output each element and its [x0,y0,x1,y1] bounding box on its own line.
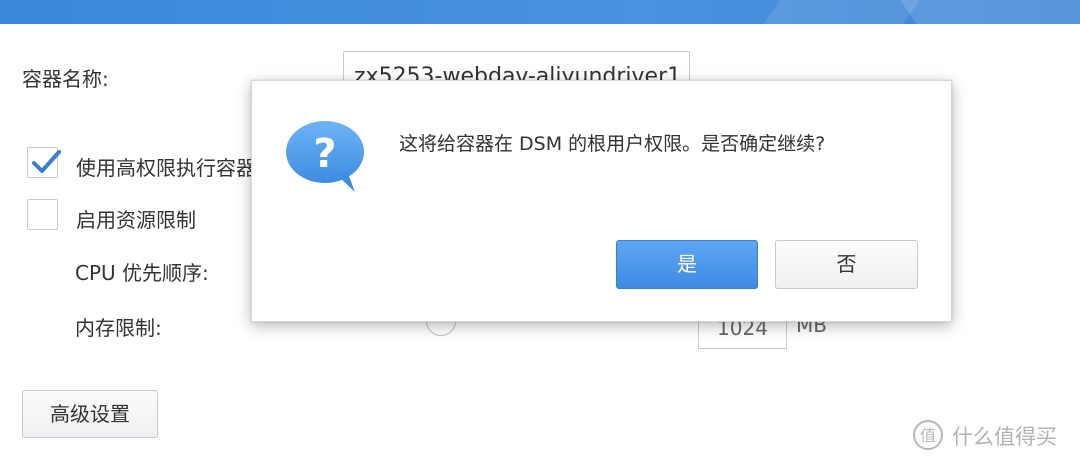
question-bubble-icon: ? [286,121,364,192]
privileged-checkbox-label: 使用高权限执行容器 [76,156,256,180]
yes-button[interactable]: 是 [616,240,758,289]
no-button[interactable]: 否 [775,240,918,289]
checkmark-icon [32,150,61,173]
resource-limit-checkbox-label: 启用资源限制 [76,208,196,232]
memory-limit-label: 内存限制: [75,316,162,340]
confirm-dialog: ? 这将给容器在 DSM 的根用户权限。是否确定继续? 是 否 [251,80,952,322]
cpu-priority-label: CPU 优先顺序: [75,261,209,285]
advanced-settings-button[interactable]: 高级设置 [22,390,158,438]
watermark-text: 什么值得买 [952,425,1057,449]
dialog-message: 这将给容器在 DSM 的根用户权限。是否确定继续? [399,133,826,155]
container-name-label: 容器名称: [22,67,109,91]
resource-limit-checkbox[interactable] [27,199,58,230]
svg-text:?: ? [313,131,336,177]
window-header-bar [0,0,1080,24]
svg-text:值: 值 [920,426,936,445]
watermark-logo-icon: 值 [913,420,943,450]
privileged-checkbox[interactable] [27,147,61,178]
